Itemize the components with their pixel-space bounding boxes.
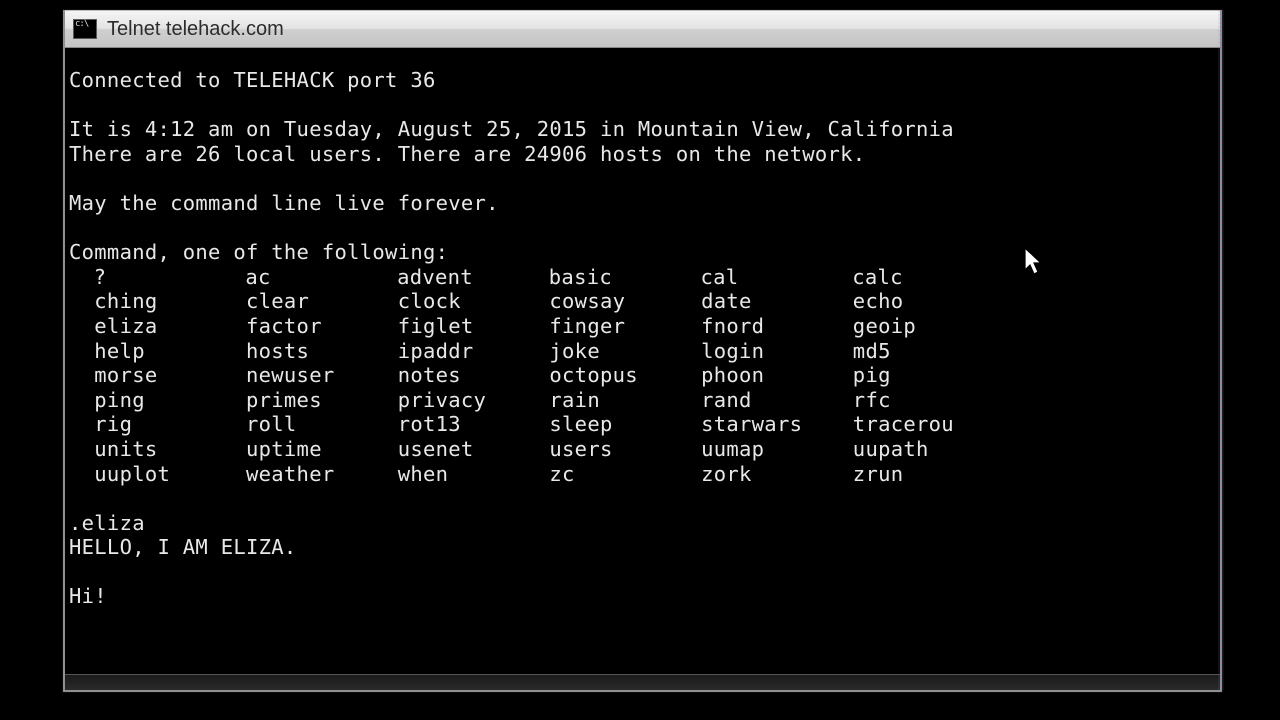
window-bottom-border [65,674,1220,690]
users-line: There are 26 local users. There are 2490… [69,142,865,166]
prompt-entry: .eliza [69,511,145,535]
window-title: Telnet telehack.com [107,18,284,41]
user-reply: Hi! [69,584,107,608]
time-line: It is 4:12 am on Tuesday, August 25, 201… [69,117,954,141]
terminal-window: Telnet telehack.com Connected to TELEHAC… [63,10,1222,692]
cmd-icon [73,19,97,39]
eliza-greeting: HELLO, I AM ELIZA. [69,535,297,559]
connected-line: Connected to TELEHACK port 36 [69,68,436,92]
command-header: Command, one of the following: [69,240,448,264]
titlebar[interactable]: Telnet telehack.com [65,10,1220,48]
terminal-output[interactable]: Connected to TELEHACK port 36 It is 4:12… [65,48,1220,674]
command-list: ? ac advent basic cal calc ching clear c… [69,265,1005,486]
artifact-edge [1218,10,1224,690]
motto-line: May the command line live forever. [69,191,499,215]
